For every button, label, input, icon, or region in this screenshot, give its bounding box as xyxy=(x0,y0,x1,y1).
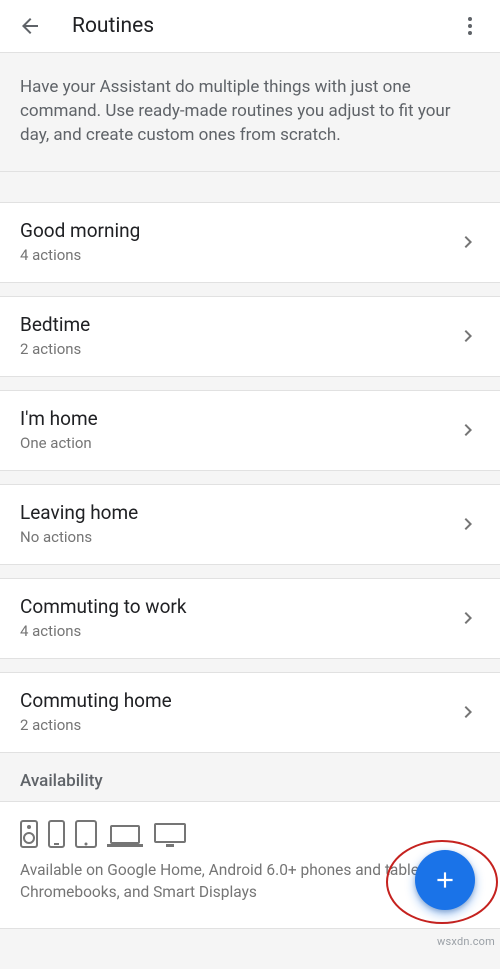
arrow-back-icon xyxy=(18,14,42,38)
chevron-right-icon xyxy=(456,418,480,442)
routine-sub: 4 actions xyxy=(20,622,456,640)
routine-leaving-home[interactable]: Leaving home No actions xyxy=(0,484,500,564)
routine-title: Good morning xyxy=(20,219,456,242)
routine-sub: 4 actions xyxy=(20,246,456,264)
list-divider xyxy=(0,658,500,672)
routine-title: I'm home xyxy=(20,407,456,430)
section-gap xyxy=(0,172,500,202)
watermark: wsxdn.com xyxy=(437,935,495,971)
list-divider xyxy=(0,564,500,578)
routine-title: Commuting home xyxy=(20,689,456,712)
routine-sub: One action xyxy=(20,434,456,452)
device-icons xyxy=(0,801,500,856)
tablet-icon xyxy=(75,820,97,848)
chevron-right-icon xyxy=(456,230,480,254)
chevron-right-icon xyxy=(456,324,480,348)
page-title: Routines xyxy=(52,14,448,38)
app-bar: Routines xyxy=(0,0,500,52)
chevron-right-icon xyxy=(456,700,480,724)
plus-icon xyxy=(432,867,458,893)
routine-im-home[interactable]: I'm home One action xyxy=(0,390,500,470)
laptop-icon xyxy=(107,824,143,848)
overflow-menu-button[interactable] xyxy=(448,4,492,48)
routine-sub: 2 actions xyxy=(20,716,456,734)
routine-bedtime[interactable]: Bedtime 2 actions xyxy=(0,296,500,376)
chevron-right-icon xyxy=(456,512,480,536)
bottom-gap xyxy=(0,929,500,969)
phone-icon xyxy=(48,820,65,848)
back-button[interactable] xyxy=(8,4,52,48)
routine-title: Commuting to work xyxy=(20,595,456,618)
list-divider xyxy=(0,470,500,484)
chevron-right-icon xyxy=(456,606,480,630)
routine-title: Leaving home xyxy=(20,501,456,524)
list-divider xyxy=(0,376,500,390)
add-routine-fab[interactable] xyxy=(415,850,475,910)
intro-text: Have your Assistant do multiple things w… xyxy=(0,52,500,172)
routines-list: Good morning 4 actions Bedtime 2 actions… xyxy=(0,202,500,753)
list-divider xyxy=(0,282,500,296)
more-vert-icon xyxy=(458,14,482,38)
routine-sub: 2 actions xyxy=(20,340,456,358)
availability-heading: Availability xyxy=(0,753,500,801)
routine-commuting-home[interactable]: Commuting home 2 actions xyxy=(0,672,500,753)
display-icon xyxy=(153,822,187,848)
routine-title: Bedtime xyxy=(20,313,456,336)
routine-commuting-to-work[interactable]: Commuting to work 4 actions xyxy=(0,578,500,658)
routine-good-morning[interactable]: Good morning 4 actions xyxy=(0,202,500,282)
speaker-icon xyxy=(20,820,38,848)
routine-sub: No actions xyxy=(20,528,456,546)
